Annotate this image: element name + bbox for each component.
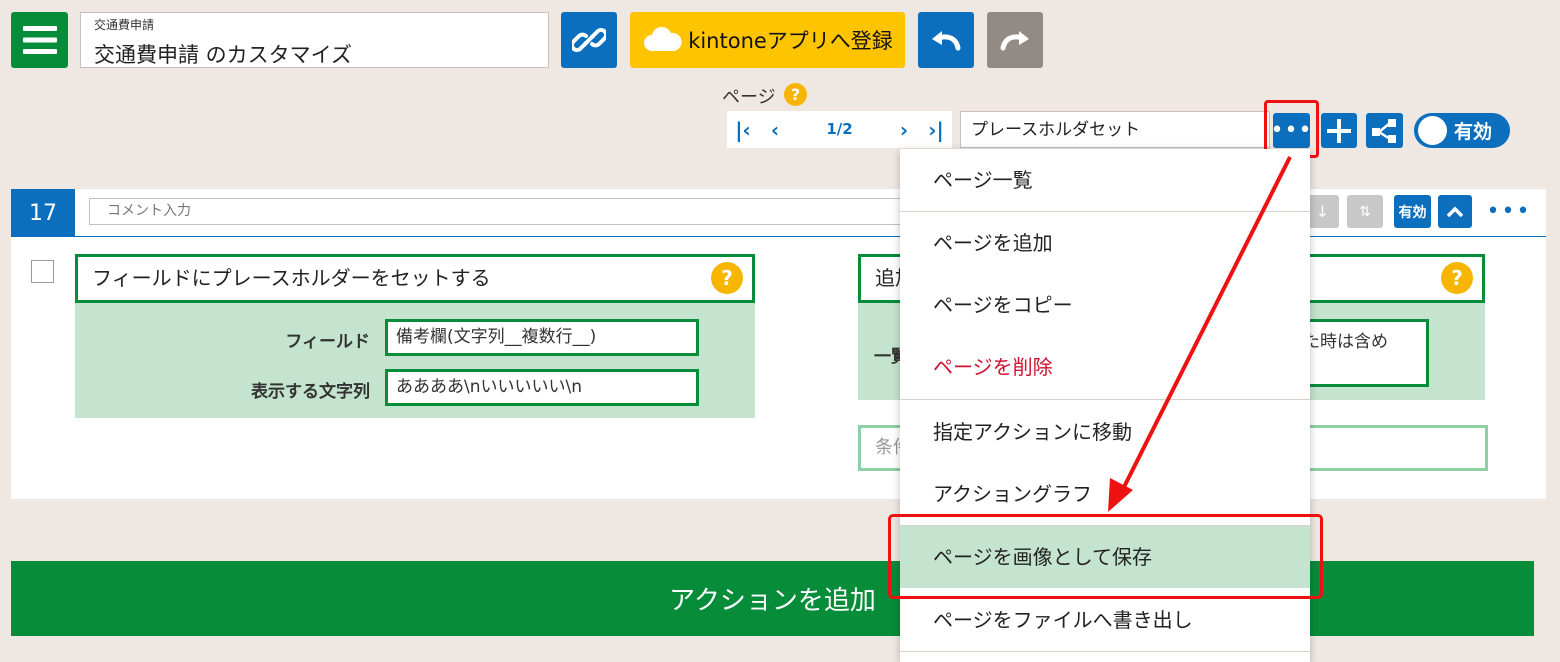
move-down-button[interactable]: ↓ <box>1306 195 1339 228</box>
redo-icon <box>1000 31 1029 51</box>
comment-input[interactable]: コメント入力 <box>89 198 919 225</box>
help-icon[interactable]: ? <box>1441 262 1473 294</box>
page-pager: |‹ ‹ 1/2 › ›| <box>727 111 952 148</box>
move-bottom-button[interactable]: ⇅ <box>1347 195 1383 228</box>
register-kintone-label: kintoneアプリへ登録 <box>688 29 893 53</box>
action-checkbox[interactable] <box>31 260 54 283</box>
action-number: 17 <box>11 189 75 237</box>
hamburger-menu-button[interactable] <box>11 12 68 68</box>
action-enabled-badge[interactable]: 有効 <box>1394 195 1431 228</box>
register-kintone-button[interactable]: kintoneアプリへ登録 <box>630 12 905 68</box>
card-divider <box>75 236 1546 237</box>
toggle-knob <box>1418 116 1447 145</box>
menu-item-page-list[interactable]: ページ一覧 <box>900 149 1310 211</box>
field-select[interactable]: 備考欄(文字列__複数行__) <box>385 319 699 356</box>
page-number[interactable]: 1/2 <box>791 111 888 148</box>
display-text-input[interactable]: ああああ\nいいいいい\n <box>385 369 699 406</box>
prev-page-icon[interactable]: ‹ <box>759 111 791 148</box>
redo-button[interactable] <box>987 12 1043 68</box>
page-select[interactable]: プレースホルダセット <box>960 111 1270 148</box>
action-graph-button[interactable] <box>1366 113 1403 148</box>
undo-icon <box>932 31 961 51</box>
last-page-icon[interactable]: ›| <box>920 111 952 148</box>
menu-item-copy-page[interactable]: ページをコピー <box>900 274 1310 336</box>
paperclip-link-icon <box>572 28 606 52</box>
app-title: 交通費申請 のカスタマイズ <box>94 43 353 67</box>
graph-icon <box>1371 118 1396 143</box>
annotation-highlight-save <box>888 514 1323 599</box>
page-label: ページ <box>722 87 776 108</box>
add-page-button[interactable] <box>1321 113 1357 148</box>
app-title-field[interactable]: 交通費申請 交通費申請 のカスタマイズ <box>80 12 549 68</box>
chevron-up-icon <box>1446 206 1464 217</box>
action-more-button[interactable]: ••• <box>1486 195 1532 228</box>
toggle-label: 有効 <box>1454 121 1493 143</box>
field-label: フィールド <box>285 332 370 352</box>
more-dots-icon: ••• <box>1486 199 1532 224</box>
next-page-icon[interactable]: › <box>888 111 920 148</box>
arrow-down-icon: ↓ <box>1315 202 1330 221</box>
first-page-icon[interactable]: |‹ <box>727 111 759 148</box>
cloud-icon <box>644 26 682 51</box>
undo-button[interactable] <box>918 12 974 68</box>
page-help-icon[interactable]: ? <box>784 83 807 106</box>
arrow-updown-icon: ⇅ <box>1359 203 1371 220</box>
menu-item-add-page[interactable]: ページを追加 <box>900 212 1310 274</box>
menu-divider <box>900 651 1310 652</box>
page-enabled-toggle[interactable]: 有効 <box>1414 113 1510 148</box>
collapse-button[interactable] <box>1438 195 1472 228</box>
menu-divider <box>900 399 1310 400</box>
left-panel-title: フィールドにプレースホルダーをセットする <box>75 254 755 303</box>
plus-icon <box>1327 118 1351 143</box>
menu-item-delete-page[interactable]: ページを削除 <box>900 336 1310 398</box>
help-icon[interactable]: ? <box>711 262 743 294</box>
app-subtitle: 交通費申請 <box>94 18 155 32</box>
link-button[interactable] <box>561 12 617 68</box>
display-text-label: 表示する文字列 <box>251 382 370 402</box>
hamburger-icon <box>22 26 57 54</box>
menu-item-go-to-action[interactable]: 指定アクションに移動 <box>900 401 1310 463</box>
